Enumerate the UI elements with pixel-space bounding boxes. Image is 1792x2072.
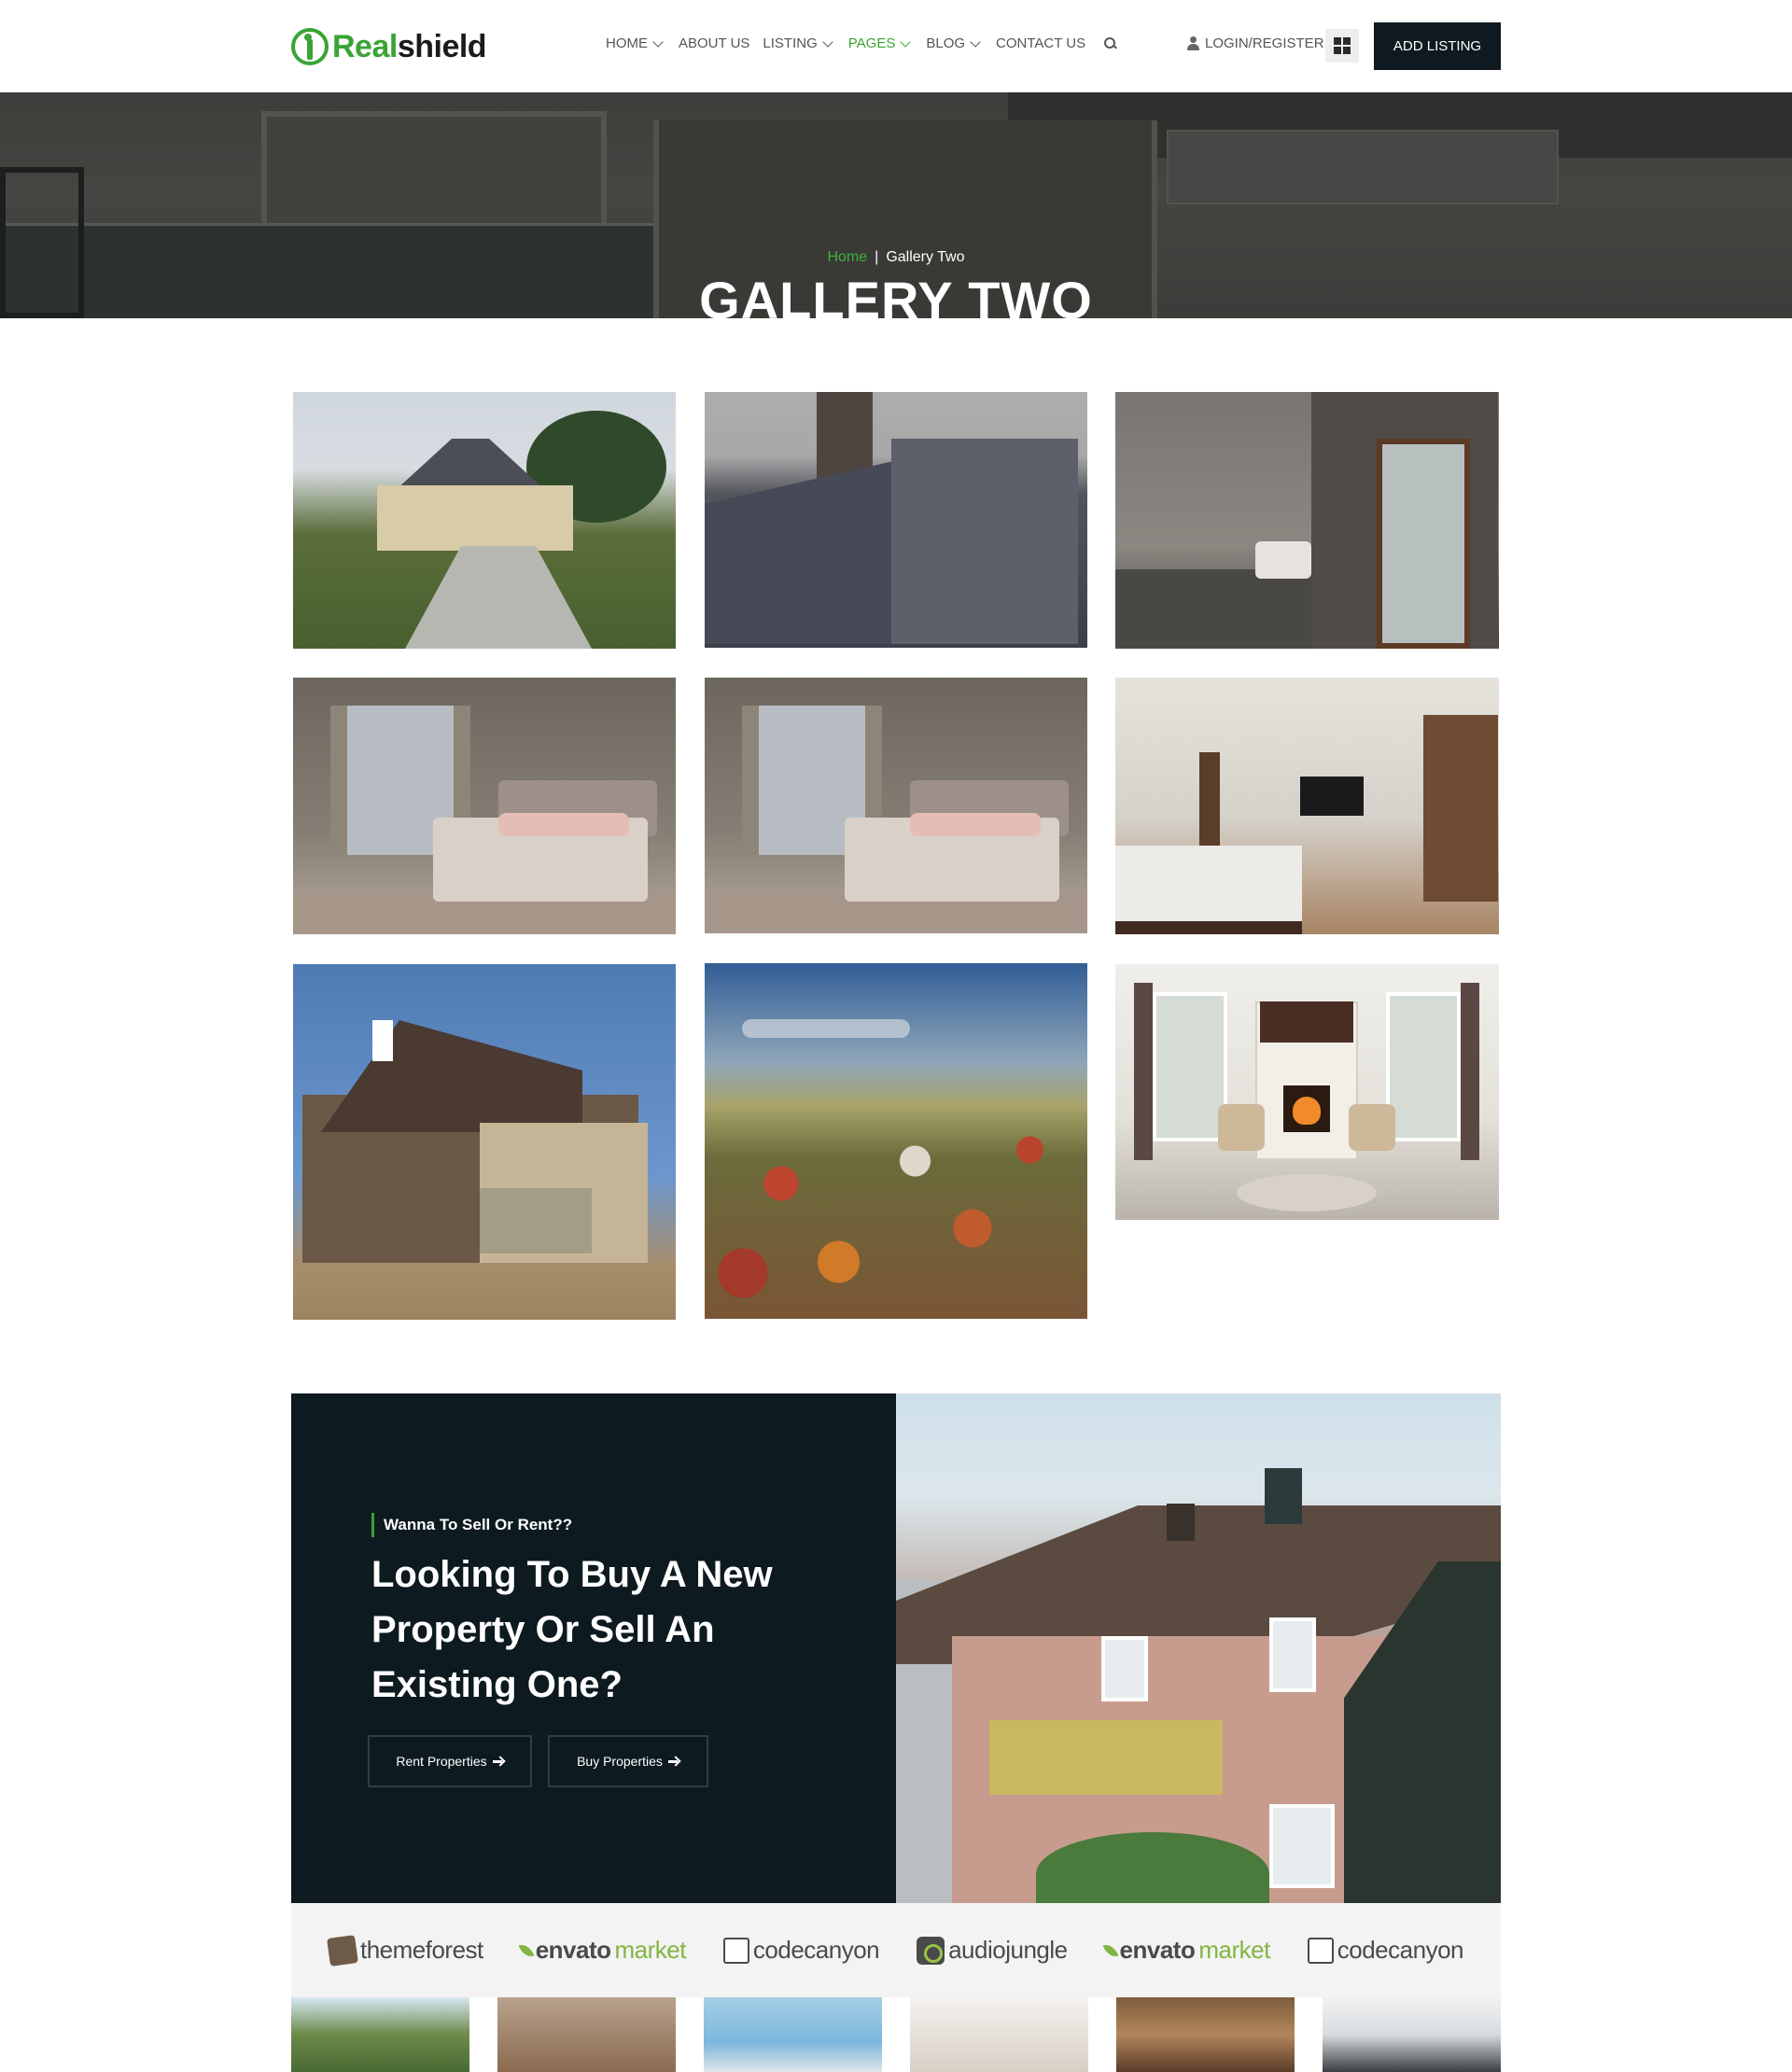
logo-text: Realshield	[332, 28, 487, 64]
arrow-right-icon	[667, 1757, 679, 1766]
nav-item-pages[interactable]: PAGES	[848, 35, 914, 51]
grid-icon	[1334, 37, 1341, 45]
partner-logo-envato-market[interactable]: envato market	[1102, 1936, 1270, 1965]
user-icon	[1187, 36, 1199, 50]
login-label: LOGIN/REGISTER	[1205, 35, 1324, 51]
partner-logo-themeforest[interactable]: themeforest	[327, 1934, 483, 1967]
breadcrumb-current: Gallery Two	[886, 249, 965, 265]
codecanyon-icon	[722, 1937, 749, 1964]
cta-tagline: Wanna To Sell Or Rent??	[371, 1513, 572, 1537]
nav-item-contact[interactable]: CONTACT US	[996, 35, 1085, 51]
gallery-image-5[interactable]	[705, 678, 1087, 933]
sell-rent-cta: Wanna To Sell Or Rent?? Looking To Buy A…	[291, 1393, 1501, 1903]
cta-house-image	[896, 1393, 1501, 1903]
strip-image-2[interactable]	[497, 1997, 676, 2072]
gallery-image-3[interactable]	[1115, 392, 1499, 649]
partner-logo-codecanyon[interactable]: codecanyon	[722, 1936, 880, 1965]
cta-panel: Wanna To Sell Or Rent?? Looking To Buy A…	[291, 1393, 896, 1903]
partner-logo-audiojungle[interactable]: audiojungle	[917, 1936, 1068, 1965]
themeforest-icon	[327, 1934, 358, 1967]
rent-properties-label: Rent Properties	[396, 1754, 487, 1769]
rent-properties-button[interactable]: Rent Properties	[368, 1735, 532, 1787]
codecanyon-icon	[1307, 1937, 1334, 1964]
site-header: Realshield HOME ABOUT US LISTING PAGES B…	[0, 0, 1792, 92]
gallery-image-1[interactable]	[293, 392, 676, 649]
add-listing-button[interactable]: ADD LISTING	[1374, 22, 1501, 70]
strip-image-5[interactable]	[1116, 1997, 1295, 2072]
login-register-link[interactable]: LOGIN/REGISTER	[1187, 35, 1324, 51]
partner-logo-envato-market[interactable]: envato market	[518, 1936, 686, 1965]
buy-properties-button[interactable]: Buy Properties	[548, 1735, 708, 1787]
strip-image-3[interactable]	[704, 1997, 882, 2072]
chevron-down-icon	[652, 35, 664, 48]
nav-item-listing[interactable]: LISTING	[763, 35, 834, 51]
breadcrumb-separator: |	[875, 249, 879, 265]
gallery-image-7[interactable]	[293, 964, 676, 1320]
gallery-image-2[interactable]	[705, 392, 1087, 648]
cta-title: Looking To Buy A New Property Or Sell An…	[371, 1554, 773, 1705]
gallery-image-8[interactable]	[705, 963, 1087, 1319]
logo-icon	[291, 28, 329, 65]
partner-logos: themeforest envato market codecanyon audi…	[291, 1903, 1501, 1997]
nav-item-home[interactable]: HOME	[606, 35, 665, 51]
main-nav: HOME ABOUT US LISTING PAGES BLOG CONTACT…	[606, 35, 1116, 51]
grid-menu-button[interactable]	[1325, 29, 1359, 63]
partner-logo-codecanyon[interactable]: codecanyon	[1307, 1936, 1464, 1965]
gallery-image-9[interactable]	[1115, 964, 1499, 1220]
strip-image-6[interactable]	[1323, 1997, 1501, 2072]
breadcrumb: Home | Gallery Two	[0, 249, 1792, 266]
site-logo[interactable]: Realshield	[291, 26, 487, 67]
search-icon[interactable]	[1104, 37, 1116, 49]
arrow-right-icon	[492, 1757, 504, 1766]
strip-image-4[interactable]	[910, 1997, 1088, 2072]
chevron-down-icon	[900, 35, 912, 48]
leaf-icon	[1102, 1940, 1118, 1960]
breadcrumb-home[interactable]: Home	[827, 249, 867, 265]
buy-properties-label: Buy Properties	[577, 1754, 663, 1769]
nav-item-blog[interactable]: BLOG	[926, 35, 983, 51]
nav-item-about[interactable]: ABOUT US	[679, 35, 749, 51]
image-strip	[291, 1997, 1501, 2072]
chevron-down-icon	[822, 35, 833, 48]
gallery-image-4[interactable]	[293, 678, 676, 934]
audiojungle-icon	[917, 1936, 945, 1965]
chevron-down-icon	[970, 35, 981, 48]
gallery-image-6[interactable]	[1115, 678, 1499, 934]
strip-image-1[interactable]	[291, 1997, 469, 2072]
page-hero: Home | Gallery Two GALLERY TWO	[0, 92, 1792, 318]
page-title: GALLERY TWO	[699, 271, 1093, 318]
leaf-icon	[518, 1940, 535, 1960]
